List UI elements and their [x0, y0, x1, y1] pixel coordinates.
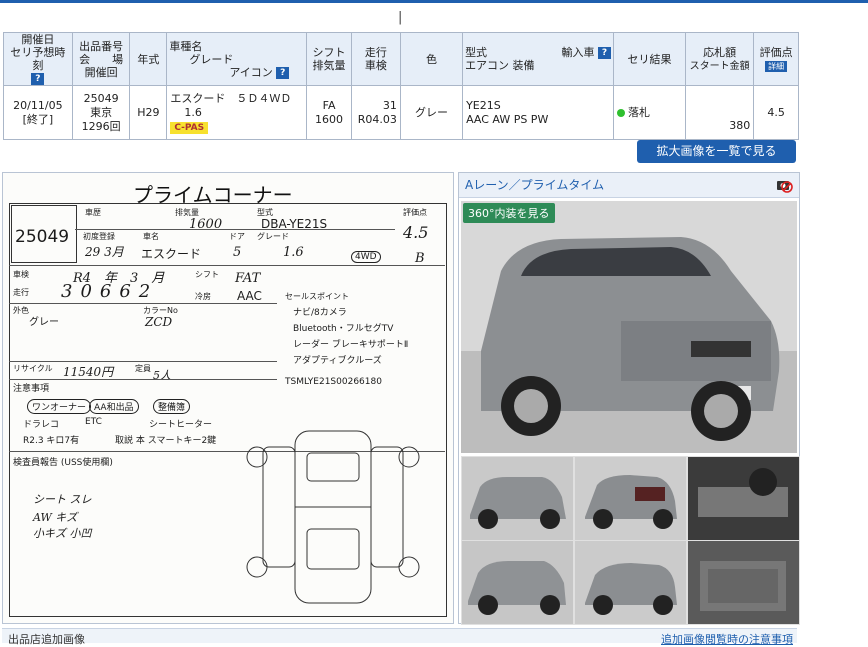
- cell-price: 380: [685, 85, 755, 140]
- view-all-images-button[interactable]: 拡大画像を一覧で見る: [637, 140, 796, 163]
- text-cursor: |: [398, 10, 403, 25]
- cell-lot: 25049 東京 1296回: [71, 85, 131, 140]
- additional-images-notice-link[interactable]: 追加画像閲覧時の注意事項: [661, 631, 793, 647]
- photo-pane: Aレーン／プライムタイム 360°内装を見る: [458, 172, 800, 625]
- sheet-lot-number: 25049: [15, 227, 70, 247]
- pane-title: Aレーン／プライムタイム: [459, 173, 799, 198]
- col-model: 型式 輸入車 ? エアコン 装備: [462, 32, 615, 86]
- col-year: 年式: [129, 32, 168, 86]
- seller-added-images-label: 出品店追加画像: [8, 633, 85, 646]
- col-score: 評価点 詳細: [753, 32, 799, 86]
- sold-status-icon: [617, 108, 626, 117]
- cell-date: 20/11/05 [終了]: [3, 85, 73, 140]
- thumb-photo-3[interactable]: [687, 456, 800, 541]
- col-mileage: 走行 車検: [350, 32, 401, 86]
- col-result: セリ結果: [613, 32, 687, 86]
- thumb-image: [575, 541, 686, 624]
- main-car-photo[interactable]: 360°内装を見る: [461, 201, 797, 453]
- score-detail-badge[interactable]: 詳細: [765, 61, 788, 72]
- no-camera-icon[interactable]: [775, 176, 793, 194]
- col-shift: シフト 排気量: [306, 32, 352, 86]
- cpas-icon: C-PAS: [170, 121, 209, 134]
- thumb-photo-2[interactable]: [574, 456, 687, 541]
- top-accent-bar: [0, 0, 868, 3]
- thumb-image: [688, 457, 799, 540]
- col-price: 応札額 スタート金額: [685, 32, 755, 86]
- cell-shift: FA 1600: [306, 85, 352, 140]
- cell-year: H29: [129, 85, 168, 140]
- help-icon[interactable]: ?: [598, 47, 612, 59]
- cell-car: エスクード ５Ｄ４ＷＤ 1.6 C-PAS: [166, 85, 308, 140]
- car-photo-illustration: [461, 201, 797, 453]
- col-lot: 出品番号 会 場 開催回: [71, 32, 131, 86]
- help-icon[interactable]: ?: [276, 66, 290, 79]
- table-row: 20/11/05 [終了] 25049 東京 1296回 H29 エスクード ５…: [3, 85, 799, 140]
- thumb-image: [575, 457, 686, 540]
- cell-model: YE21S AAC AW PS PW: [462, 85, 615, 140]
- thumb-photo-6[interactable]: [687, 540, 800, 625]
- car-damage-diagram: [246, 430, 420, 604]
- col-date: 開催日 セリ予想時刻 ?: [3, 32, 73, 86]
- col-car: 車種名 グレード アイコン ?: [166, 32, 308, 86]
- header-row: 開催日 セリ予想時刻 ? 出品番号 会 場 開催回 年式 車種名 グレード アイ…: [3, 32, 799, 86]
- thumb-image: [688, 541, 799, 624]
- thumb-image: [462, 457, 573, 540]
- thumb-photo-4[interactable]: [461, 540, 574, 625]
- thumb-photo-1[interactable]: [461, 456, 574, 541]
- cell-color: グレー: [399, 85, 464, 140]
- cell-score: 4.5: [753, 85, 799, 140]
- auction-sheet-image[interactable]: プライムコーナー 25049 車歴 排気量 型式 評価点 1600 DBA-YE…: [2, 172, 454, 624]
- view-360-interior-button[interactable]: 360°内装を見る: [463, 203, 555, 223]
- help-icon[interactable]: ?: [31, 73, 45, 85]
- lot-info-table: 開催日 セリ予想時刻 ? 出品番号 会 場 開催回 年式 車種名 グレード アイ…: [3, 32, 799, 140]
- col-color: 色: [399, 32, 464, 86]
- cell-mileage: 31 R04.03: [350, 85, 401, 140]
- bottom-links-row: 出品店追加画像 追加画像閲覧時の注意事項: [2, 628, 797, 646]
- thumb-image: [462, 541, 573, 624]
- cell-result: 落札: [613, 85, 687, 140]
- thumb-photo-5[interactable]: [574, 540, 687, 625]
